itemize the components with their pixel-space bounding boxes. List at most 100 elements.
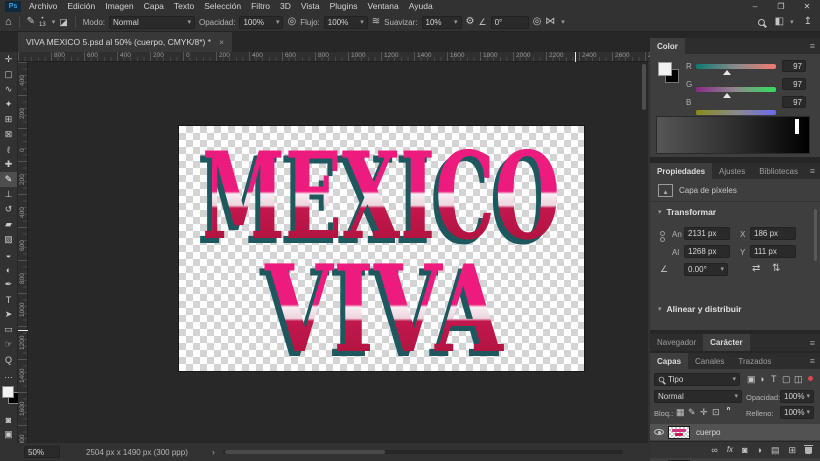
tab-propiedades[interactable]: Propiedades xyxy=(650,163,713,179)
x-input[interactable]: 186 px xyxy=(750,227,796,240)
flip-horizontal-icon[interactable]: ⇄ xyxy=(752,264,760,274)
delete-layer-icon[interactable] xyxy=(804,444,813,454)
layer-name[interactable]: cuerpo xyxy=(696,428,720,437)
tool-dodge[interactable]: ◐ xyxy=(0,262,17,277)
window-restore-button[interactable]: ❐ xyxy=(768,0,794,13)
workspace-icon[interactable]: ◧ xyxy=(775,17,784,27)
workspace-chevron-icon[interactable]: ▾ xyxy=(790,19,794,26)
panel-menu-icon[interactable]: ≡ xyxy=(810,166,815,176)
tool-history-brush[interactable]: ↺ xyxy=(0,202,17,217)
filter-type-layers-icon[interactable]: T xyxy=(771,375,777,384)
tab-color[interactable]: Color xyxy=(650,38,685,54)
window-close-button[interactable]: ✕ xyxy=(794,0,820,13)
filter-adjustment-layers-icon[interactable]: ◑ xyxy=(759,375,764,384)
gear-icon[interactable]: ⚙ xyxy=(466,17,475,27)
horizontal-scrollbar[interactable] xyxy=(222,450,623,454)
pressure-size-icon[interactable]: ◎ xyxy=(533,17,542,27)
color-ramp[interactable] xyxy=(656,116,810,154)
channel-b-value[interactable]: 97 xyxy=(782,96,806,108)
tool-eyedropper[interactable]: ℓ xyxy=(0,142,17,157)
rotation-input[interactable]: 0.00° ▾ xyxy=(684,263,728,276)
tool-spot-healing[interactable]: ✚ xyxy=(0,157,17,172)
layer-visibility-icon[interactable] xyxy=(654,429,664,435)
home-icon[interactable]: ⌂ xyxy=(5,16,12,28)
new-group-icon[interactable]: ▤ xyxy=(771,445,780,455)
tab-ajustes[interactable]: Ajustes xyxy=(712,163,752,179)
menu-ayuda[interactable]: Ayuda xyxy=(404,0,438,13)
tab-canales[interactable]: Canales xyxy=(688,353,731,369)
flow-select[interactable]: 100% ▾ xyxy=(323,15,368,29)
menu-ventana[interactable]: Ventana xyxy=(363,0,404,13)
window-minimize-button[interactable]: – xyxy=(742,0,768,13)
layer-fill-select[interactable]: 100% ▾ xyxy=(780,406,814,419)
vertical-scrollbar[interactable] xyxy=(642,64,646,110)
tab-capas[interactable]: Capas xyxy=(650,353,689,369)
color-ramp-marker[interactable] xyxy=(795,119,799,134)
symmetry-chevron-icon[interactable]: ▾ xyxy=(561,19,565,26)
filter-toggle-icon[interactable] xyxy=(808,376,813,381)
horizontal-ruler[interactable]: 800 600 400 200 0 200 400 600 800 1000 1200 1400 160… xyxy=(18,52,662,62)
quick-mask-button[interactable]: ◙ xyxy=(0,412,17,427)
layer-filter-select[interactable]: Tipo ▾ xyxy=(654,373,740,386)
menu-3d[interactable]: 3D xyxy=(275,0,296,13)
link-layers-icon[interactable]: ∞ xyxy=(711,445,717,455)
menu-imagen[interactable]: Imagen xyxy=(100,0,138,13)
canvas-pasteboard[interactable]: MEXICO MEXICO VIVA VIVA xyxy=(28,62,648,443)
tool-eraser[interactable]: ▰ xyxy=(0,217,17,232)
layer-thumbnail[interactable] xyxy=(668,425,690,439)
vertical-ruler[interactable]: 400 200 0 200 400 600 800 1000 1200 1400 1600 1800 xyxy=(18,62,28,449)
opacity-select[interactable]: 100% ▾ xyxy=(239,15,284,29)
new-layer-icon[interactable]: ⊞ xyxy=(788,445,796,455)
filter-smart-objects-icon[interactable]: ◫ xyxy=(794,375,803,384)
lock-pixels-icon[interactable]: ✎ xyxy=(688,408,696,417)
pressure-opacity-icon[interactable]: ◎ xyxy=(287,17,296,27)
flip-vertical-icon[interactable]: ⇅ xyxy=(772,264,780,274)
tool-zoom[interactable]: Q xyxy=(0,352,17,367)
menu-capa[interactable]: Capa xyxy=(139,0,169,13)
brush-angle-input[interactable]: 0° xyxy=(490,15,529,29)
layer-effects-icon[interactable]: fx xyxy=(727,446,733,454)
channel-r-value[interactable]: 97 xyxy=(782,60,806,72)
lock-position-icon[interactable]: ✛ xyxy=(700,408,708,417)
blend-mode-select[interactable]: Normal ▾ xyxy=(109,15,195,29)
brush-size-preview[interactable]: • 13 xyxy=(39,16,46,28)
filter-pixel-layers-icon[interactable]: ▣ xyxy=(747,375,756,384)
brush-preset-chevron-icon[interactable]: ▾ xyxy=(52,19,56,26)
menu-plugins[interactable]: Plugins xyxy=(325,0,363,13)
tab-bibliotecas[interactable]: Bibliotecas xyxy=(752,163,805,179)
y-input[interactable]: 111 px xyxy=(750,245,796,258)
layer-row-cuerpo[interactable]: cuerpo xyxy=(650,424,820,440)
menu-seleccion[interactable]: Selección xyxy=(199,0,246,13)
menu-vista[interactable]: Vista xyxy=(296,0,325,13)
tab-navegador[interactable]: Navegador xyxy=(650,334,703,351)
tool-shape[interactable]: ▭ xyxy=(0,322,17,337)
menu-archivo[interactable]: Archivo xyxy=(24,0,62,13)
tool-more-options[interactable]: … xyxy=(0,367,17,382)
filter-shape-layers-icon[interactable]: ▢ xyxy=(782,375,791,384)
panel-scrollbar[interactable] xyxy=(814,209,817,261)
height-input[interactable]: 1268 px xyxy=(684,245,730,258)
symmetry-icon[interactable]: ⋈ xyxy=(545,17,555,27)
tab-caracter[interactable]: Carácter xyxy=(703,334,750,351)
link-dimensions-icon[interactable] xyxy=(660,231,665,242)
brush-tool-preset-icon[interactable]: ✎ xyxy=(27,17,35,27)
slider-thumb[interactable] xyxy=(723,93,731,98)
document-canvas[interactable]: MEXICO MEXICO VIVA VIVA xyxy=(178,125,585,385)
toggle-brush-panel-icon[interactable]: ◪ xyxy=(59,17,68,27)
lock-transparency-icon[interactable]: ▦ xyxy=(676,408,685,417)
slider-thumb[interactable] xyxy=(723,70,731,75)
collapse-chevron-icon[interactable]: ▾ xyxy=(658,209,662,216)
menu-texto[interactable]: Texto xyxy=(169,0,199,13)
tool-hand[interactable]: ☞ xyxy=(0,337,17,352)
share-icon[interactable]: ↥ xyxy=(804,17,812,27)
tool-gradient[interactable]: ▧ xyxy=(0,232,17,247)
tool-path-selection[interactable]: ➤ xyxy=(0,307,17,322)
width-input[interactable]: 2131 px xyxy=(684,227,730,240)
new-adjustment-layer-icon[interactable]: ◑ xyxy=(757,445,762,455)
channel-g-value[interactable]: 97 xyxy=(782,78,806,90)
tool-frame[interactable]: ⊠ xyxy=(0,127,17,142)
search-icon[interactable] xyxy=(757,18,765,26)
color-swatches[interactable] xyxy=(658,62,680,84)
tab-trazados[interactable]: Trazados xyxy=(731,353,778,369)
document-tab[interactable]: VIVA MEXICO 5.psd al 50% (cuerpo, CMYK/8… xyxy=(18,32,232,52)
